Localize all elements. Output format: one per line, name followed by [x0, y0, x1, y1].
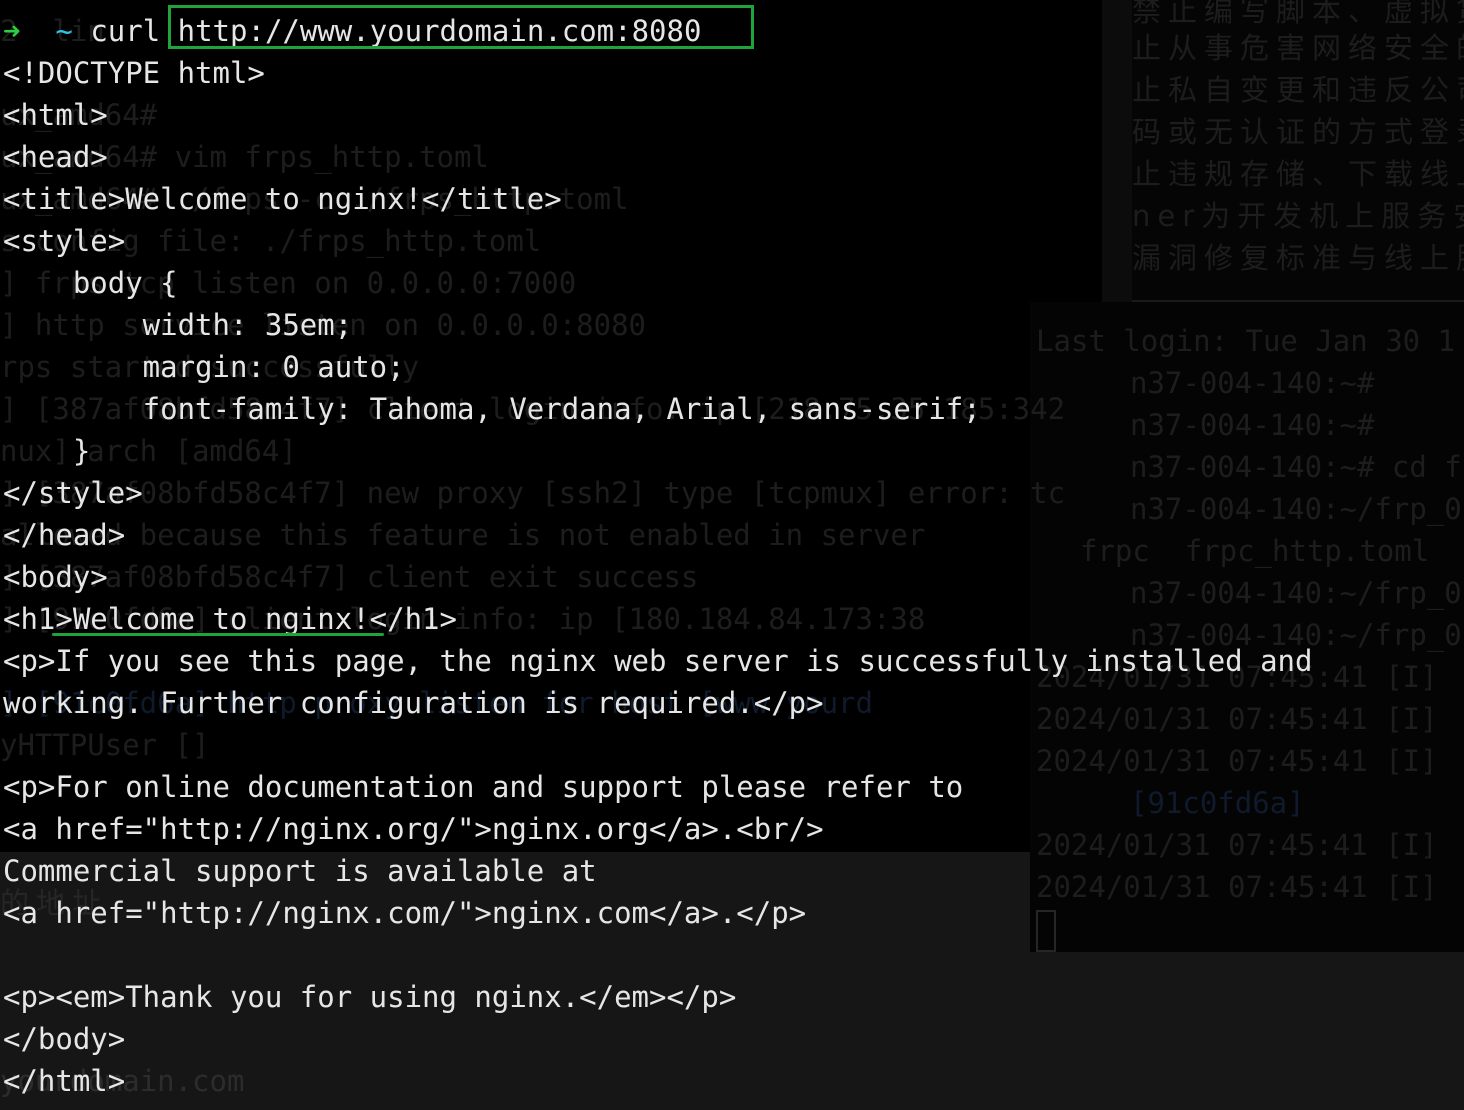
terminal-cursor: [1036, 910, 1056, 952]
ghost-line: [91c0fd6a]: [1130, 786, 1305, 820]
ghost-line: 2024/01/31 07:45:41 [I]: [1036, 870, 1438, 904]
prompt-line: ➜ ~ curl http://www.yourdomain.com:8080: [3, 10, 701, 52]
notice-line: 止从事危害网络安全的: [1132, 31, 1464, 65]
prompt-arrow-icon: ➜: [3, 14, 21, 48]
command-name: curl: [90, 14, 161, 48]
output-line: </html>: [3, 1064, 126, 1098]
heading-underline-annotation: [52, 633, 384, 636]
ghost-line: n37-004-140:~/frp_0: [1130, 492, 1462, 526]
output-line: <head>: [3, 140, 108, 174]
ghost-line: Last login: Tue Jan 30 1: [1036, 324, 1456, 358]
prompt-cwd: ~: [55, 14, 73, 48]
ghost-line: allowed because this feature is not enab…: [0, 518, 926, 552]
notice-line: 码或无认证的方式登录: [1132, 115, 1464, 149]
output-line: font-family: Tahoma, Verdana, Arial, san…: [3, 392, 981, 426]
ghost-line: n37-004-140:~/frp_0: [1130, 576, 1462, 610]
ghost-line: n37-004-140:~# cd f: [1130, 450, 1462, 484]
output-line: </body>: [3, 1022, 126, 1056]
notice-line: ner为开发机上服务安: [1132, 199, 1464, 233]
command-url[interactable]: http://www.yourdomain.com:8080: [178, 14, 702, 48]
ghost-line: n37-004-140:~#: [1130, 408, 1375, 442]
ghost-line: ] [387af08bfd58c4f7] new proxy [ssh2] ty…: [0, 476, 1066, 510]
ghost-line: 2024/01/31 07:45:41 [I]: [1036, 744, 1438, 778]
output-line: }: [3, 434, 91, 468]
notice-line: 止违规存储、下载线上: [1132, 157, 1464, 191]
notice-line: 止私自变更和违反公司: [1132, 73, 1464, 107]
ghost-line: n37-004-140:~#: [1130, 366, 1375, 400]
output-line: <p>If you see this page, the nginx web s…: [3, 644, 1313, 678]
output-line: <title>Welcome to nginx!</title>: [3, 182, 562, 216]
output-line: </head>: [3, 518, 126, 552]
output-line: working. Further configuration is requir…: [3, 686, 824, 720]
output-line: width: 35em;: [3, 308, 353, 342]
output-line: Commercial support is available at: [3, 854, 597, 888]
output-line: <body>: [3, 560, 108, 594]
ghost-line: yHTTPUser []: [0, 728, 210, 762]
output-line: <style>: [3, 224, 126, 258]
background-editor-strip: [1030, 952, 1464, 1110]
output-line: <p>For online documentation and support …: [3, 770, 964, 804]
output-line: body {: [3, 266, 178, 300]
screen: 2 lin ux_amd64# ux_amd64# vim frps_http.…: [0, 0, 1464, 1110]
output-line: <html>: [3, 98, 108, 132]
ghost-line: 2024/01/31 07:45:41 [I]: [1036, 828, 1438, 862]
output-line: <a href="http://nginx.org/">nginx.org</a…: [3, 812, 824, 846]
ghost-line: 2024/01/31 07:45:41 [I]: [1036, 702, 1438, 736]
ghost-line: frpc frpc_http.toml fr: [1080, 534, 1464, 568]
output-line: <a href="http://nginx.com/">nginx.com</a…: [3, 896, 807, 930]
output-line: <!DOCTYPE html>: [3, 56, 265, 90]
notice-line: 漏洞修复标准与线上服: [1132, 241, 1464, 275]
output-line: <p><em>Thank you for using nginx.</em></…: [3, 980, 737, 1014]
output-line: margin: 0 auto;: [3, 350, 405, 384]
output-line: </style>: [3, 476, 143, 510]
